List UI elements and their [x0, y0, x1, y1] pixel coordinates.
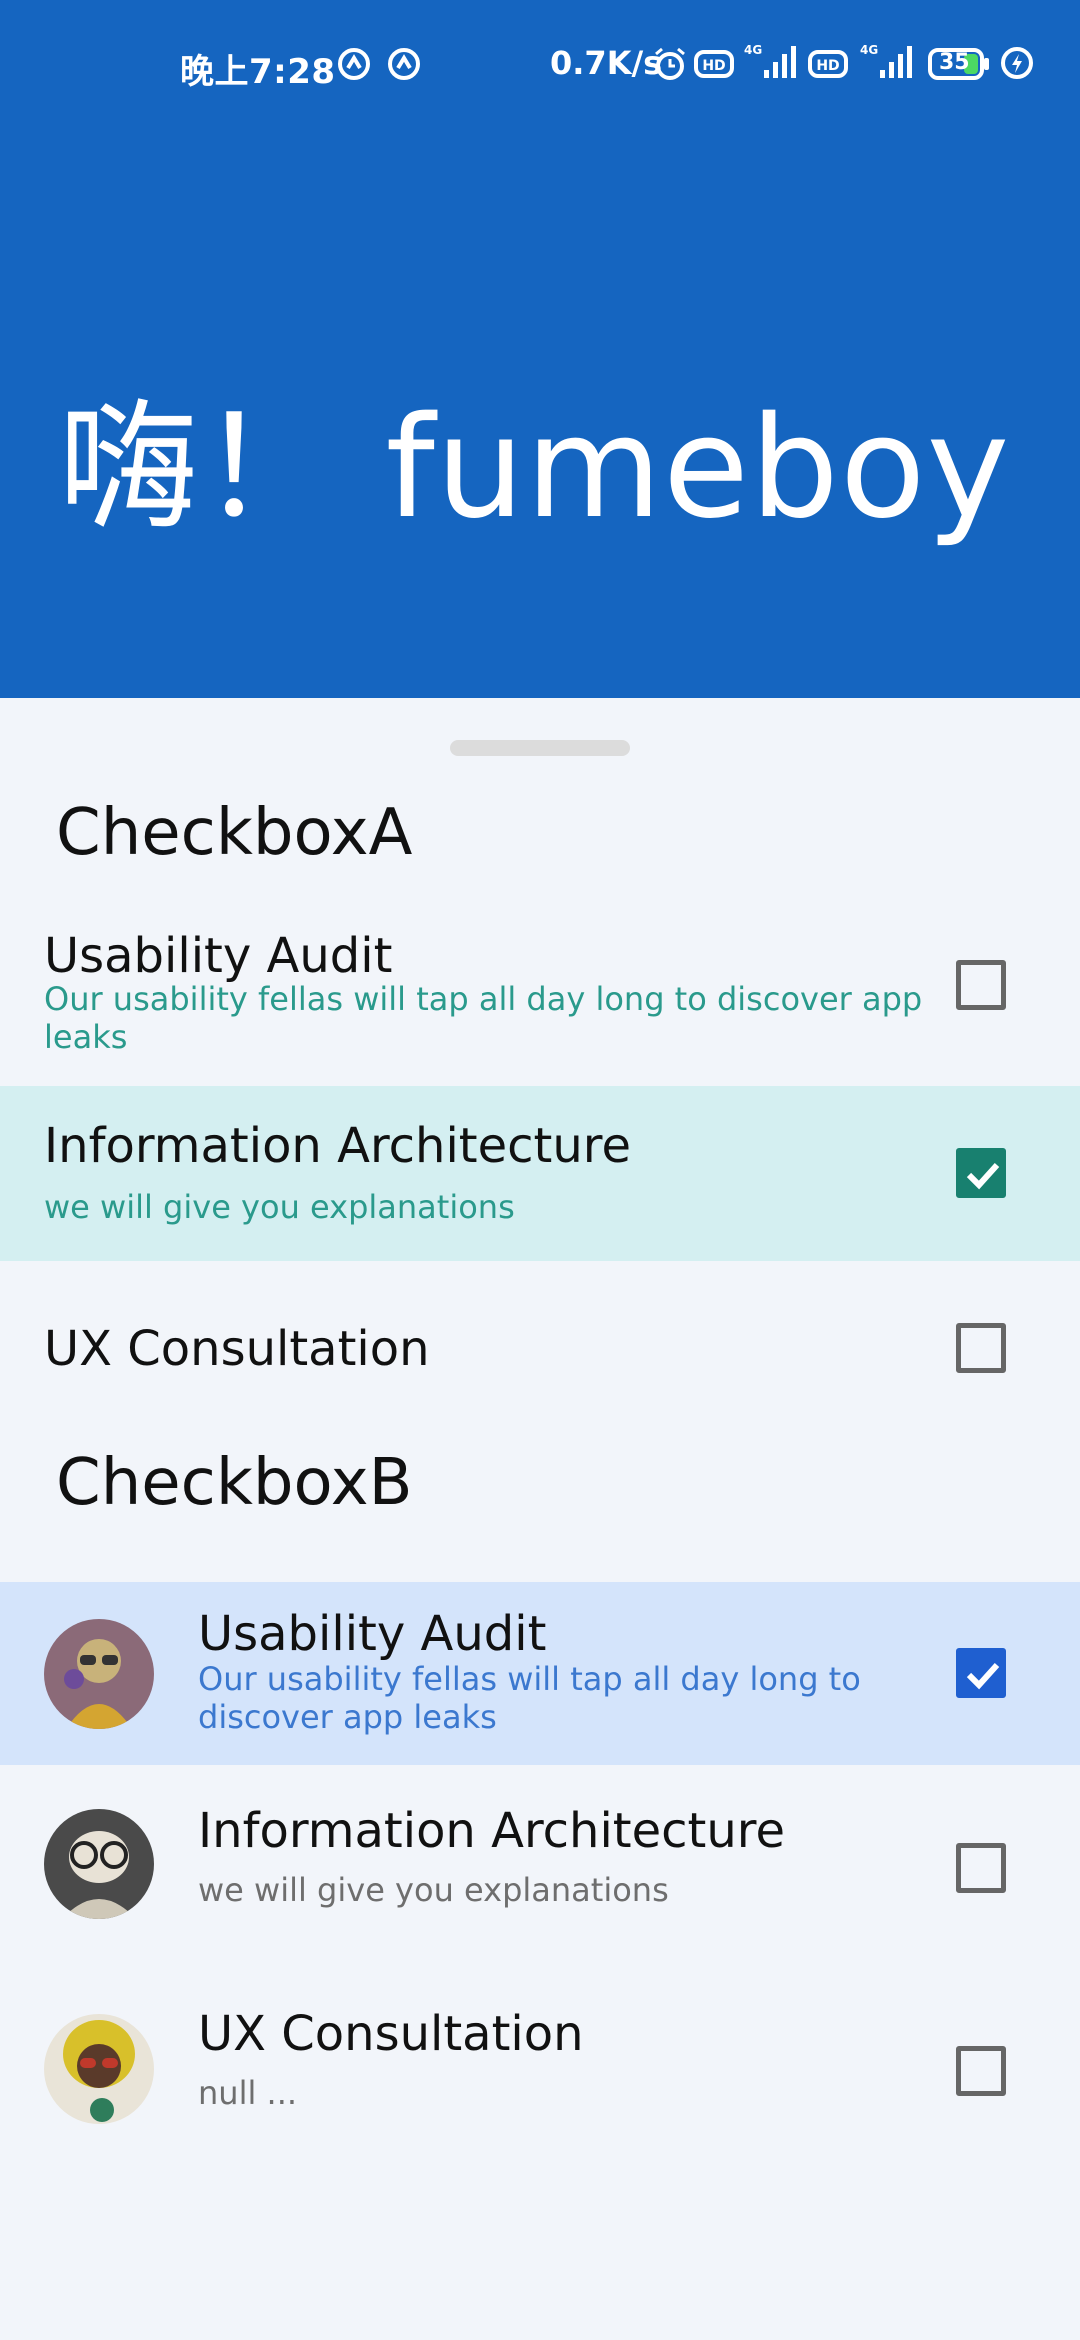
row-subtitle-line: Our usability fellas will tap all day lo…: [198, 1660, 861, 1698]
hd-icon: HD: [808, 50, 848, 83]
greeting-title: 嗨！ fumeboy: [58, 387, 1011, 550]
row-subtitle-line: leaks: [44, 1018, 128, 1056]
row-title: Information Architecture: [198, 1803, 785, 1859]
row-title: Usability Audit: [44, 928, 393, 984]
drag-handle[interactable]: [450, 740, 630, 756]
row-title: Usability Audit: [198, 1606, 547, 1662]
svg-text:4G: 4G: [860, 43, 878, 57]
signal-4g-icon: 4G: [744, 42, 796, 87]
svg-text:HD: HD: [816, 58, 839, 74]
row-subtitle: null ...: [198, 2074, 298, 2112]
svg-text:4G: 4G: [744, 43, 762, 57]
checkbox[interactable]: [956, 1843, 1006, 1893]
network-speed: 0.7K/s: [550, 44, 663, 82]
checkbox-row-ux-consultation-avatar[interactable]: UX Consultation null ...: [0, 1968, 1080, 2168]
status-time: 晚上7:28: [180, 52, 336, 92]
row-title: UX Consultation: [44, 1321, 430, 1377]
row-title: UX Consultation: [198, 2006, 584, 2062]
checkbox[interactable]: [956, 2046, 1006, 2096]
avatar: [44, 2014, 154, 2124]
row-subtitle-line: discover app leaks: [198, 1698, 497, 1736]
checkbox-row-usability-audit[interactable]: Usability Audit Our usability fellas wil…: [0, 924, 1080, 1064]
checkbox-checked[interactable]: [956, 1148, 1006, 1198]
avatar: [44, 1619, 154, 1729]
check-icon: [966, 1662, 1000, 1690]
checkbox[interactable]: [956, 1323, 1006, 1373]
section-title-checkbox-b: CheckboxB: [56, 1446, 413, 1520]
app-header: 晚上7:28 0.7K/s HD 4G HD 4G 35 嗨！ fumeboy: [0, 0, 1080, 698]
row-subtitle: Our usability fellas will tap all day lo…: [198, 1660, 861, 1736]
signal-4g-icon: 4G: [860, 42, 912, 87]
row-subtitle-line: Our usability fellas will tap all day lo…: [44, 980, 923, 1018]
checkbox-row-ux-consultation[interactable]: UX Consultation: [0, 1261, 1080, 1436]
checkbox-checked[interactable]: [956, 1648, 1006, 1698]
section-title-checkbox-a: CheckboxA: [56, 796, 413, 870]
svg-text:HD: HD: [702, 58, 725, 74]
row-title: Information Architecture: [44, 1118, 631, 1174]
check-icon: [966, 1162, 1000, 1190]
status-bar: 晚上7:28 0.7K/s HD 4G HD 4G 35: [0, 0, 1080, 130]
charging-icon: [1000, 46, 1034, 85]
avatar: [44, 1809, 154, 1919]
alarm-icon: [652, 46, 688, 87]
bottom-sheet: CheckboxA Usability Audit Our usability …: [0, 698, 1080, 2340]
notification-icon: [336, 46, 372, 87]
checkbox-row-usability-audit-avatar[interactable]: Usability Audit Our usability fellas wil…: [0, 1582, 1080, 1765]
row-subtitle: Our usability fellas will tap all day lo…: [44, 980, 922, 1056]
notification-icon: [386, 46, 422, 87]
checkbox-row-information-architecture[interactable]: Information Architecture we will give yo…: [0, 1086, 1080, 1261]
battery-level: 35: [939, 50, 970, 75]
row-subtitle: we will give you explanations: [198, 1871, 669, 1909]
hd-icon: HD: [694, 50, 734, 83]
checkbox-row-information-architecture-avatar[interactable]: Information Architecture we will give yo…: [0, 1765, 1080, 1965]
checkbox[interactable]: [956, 960, 1006, 1010]
row-subtitle: we will give you explanations: [44, 1188, 515, 1226]
